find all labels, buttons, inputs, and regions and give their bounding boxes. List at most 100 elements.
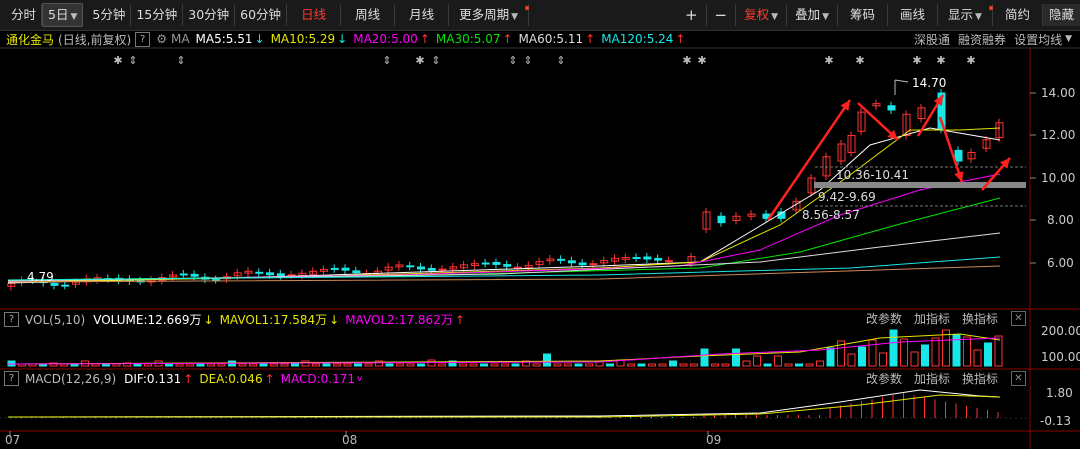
- volume-bar: [217, 363, 226, 367]
- support-band: [814, 182, 1026, 188]
- arrow-up-icon: ↑: [183, 371, 194, 386]
- volume-bar: [721, 363, 730, 367]
- volume-bar: [816, 360, 824, 367]
- volume-bar: [606, 363, 614, 367]
- mavol1-line: [7, 333, 1001, 365]
- volume-bar: [70, 363, 79, 367]
- volume-switch-indicator-button[interactable]: 换指标: [962, 310, 998, 327]
- candle-body: [212, 279, 221, 282]
- volume-bar: [931, 337, 940, 367]
- candle-body: [954, 149, 963, 162]
- arrow-down-icon: v: [357, 373, 363, 384]
- volume-bar: [144, 363, 152, 367]
- volume-bar: [207, 363, 215, 367]
- event-marker-icon: ⇕: [431, 54, 440, 67]
- arrow-head-icon: [840, 100, 850, 111]
- candle-body: [330, 267, 339, 270]
- volume-bar: [438, 363, 446, 367]
- price-axis-label: 8.00: [1047, 213, 1074, 227]
- volume-bar: [238, 363, 247, 367]
- macd-indicator-name: MACD(12,26,9): [25, 371, 117, 386]
- support-band-label: 9.42-9.69: [818, 190, 876, 204]
- volume-bar: [406, 363, 415, 367]
- volume-bar: [417, 363, 425, 367]
- macd-switch-indicator-button[interactable]: 换指标: [962, 370, 998, 387]
- volume-bar: [259, 363, 268, 367]
- candle-body: [589, 263, 598, 266]
- support-band-label: 8.56-8.57: [802, 208, 860, 222]
- volume-bar: [175, 363, 184, 367]
- event-marker-icon: ✱: [113, 54, 122, 67]
- candle-body: [341, 267, 350, 271]
- price-axis-label: 10.00: [1041, 171, 1076, 185]
- volume-close-icon[interactable]: ✕: [1011, 311, 1026, 326]
- candle-body: [578, 262, 587, 266]
- volume-bar: [91, 363, 100, 367]
- volume-bar: [742, 360, 751, 367]
- macd-header: ? MACD(12,26,9) DIF:0.131 ↑ DEA:0.046 ↑ MA…: [0, 371, 368, 386]
- arrow-up-icon: ↑: [264, 371, 275, 386]
- candle-body: [427, 268, 436, 271]
- volume-bar: [270, 363, 278, 367]
- volume-bar: [942, 329, 950, 367]
- trend-arrow: [938, 116, 964, 183]
- volume-edit-params-button[interactable]: 改参数: [866, 310, 902, 327]
- volume-bar: [364, 363, 373, 367]
- dif-value: DIF:0.131: [124, 371, 182, 386]
- arrow-head-icon: [954, 171, 964, 182]
- volume-bar: [784, 363, 793, 367]
- volume-bar: [459, 363, 467, 367]
- volume-bar: [186, 363, 194, 367]
- macd-close-icon[interactable]: ✕: [1011, 371, 1026, 386]
- volume-bar: [333, 363, 341, 367]
- volume-axis-label: 100.00: [1041, 350, 1080, 364]
- candle-body: [406, 265, 415, 268]
- candle-body: [255, 271, 264, 274]
- macd-edit-params-button[interactable]: 改参数: [866, 370, 902, 387]
- volume-bar: [700, 348, 709, 367]
- volume-bar: [385, 363, 394, 367]
- candle-body: [61, 284, 70, 287]
- volume-bar: [102, 363, 110, 367]
- candle-body: [654, 257, 663, 261]
- volume-bar: [322, 363, 331, 367]
- event-marker-icon: ✱: [824, 54, 833, 67]
- volume-bar: [900, 338, 908, 367]
- candle-body: [179, 273, 188, 276]
- volume-bar: [669, 360, 677, 367]
- volume-bar: [879, 352, 887, 367]
- volume-bar: [889, 329, 898, 367]
- ma60-line: [7, 232, 1001, 282]
- arrow-down-icon: ↓: [203, 312, 214, 327]
- candle-body: [438, 268, 447, 271]
- volume-bar: [480, 363, 488, 367]
- price-axis-label: 14.00: [1041, 86, 1076, 100]
- mavol1-value: MAVOL1:17.584万: [219, 313, 328, 327]
- volume-value: VOLUME:12.669万: [93, 313, 202, 327]
- volume-bar: [774, 355, 782, 367]
- candle-body: [503, 264, 512, 267]
- event-marker-icon: ✱: [966, 54, 975, 67]
- arrow-down-icon: ↓: [329, 312, 340, 327]
- mavol2-value: MAVOL2:17.862万: [345, 313, 453, 327]
- event-marker-icon: ✱: [697, 54, 706, 67]
- volume-bar: [648, 363, 656, 367]
- volume-add-indicator-button[interactable]: 加指标: [914, 310, 950, 327]
- volume-bar: [196, 363, 205, 367]
- candle-body: [352, 270, 361, 274]
- volume-bar: [133, 363, 142, 367]
- volume-help-button[interactable]: ?: [4, 312, 19, 327]
- dea-value: DEA:0.046: [199, 371, 263, 386]
- macd-help-button[interactable]: ?: [4, 371, 19, 386]
- volume-bar: [994, 335, 1003, 367]
- volume-bar: [795, 363, 803, 367]
- volume-bar: [564, 363, 572, 367]
- price-axis-label: 6.00: [1047, 256, 1074, 270]
- x-axis-label: 09: [706, 433, 722, 447]
- event-marker-icon: ⇕: [508, 54, 517, 67]
- macd-add-indicator-button[interactable]: 加指标: [914, 370, 950, 387]
- volume-bar: [711, 363, 719, 367]
- low-price-label: 4.79: [27, 270, 54, 284]
- event-marker-icon: ✱: [415, 54, 424, 67]
- volume-bar: [532, 363, 541, 367]
